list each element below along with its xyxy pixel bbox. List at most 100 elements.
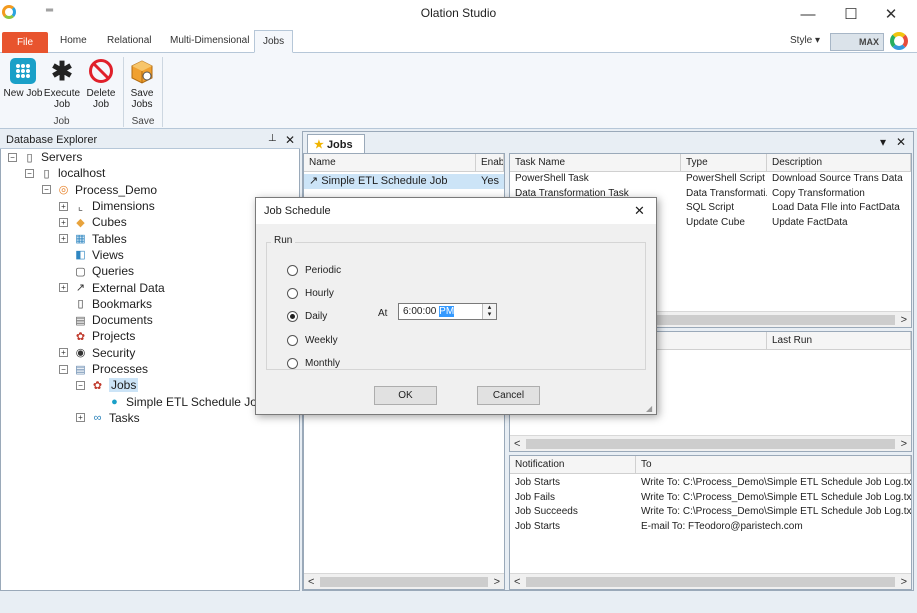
tab-home[interactable]: Home [52, 30, 95, 53]
scroll-thumb[interactable] [526, 438, 895, 449]
table-row[interactable]: Job Starts Write To: C:\Process_Demo\Simp… [510, 476, 911, 491]
scroll-left-icon[interactable]: < [308, 576, 314, 588]
scroll-thumb[interactable] [526, 576, 895, 587]
tree-item-label: Tasks [109, 410, 140, 425]
radio-button[interactable] [287, 357, 298, 369]
scroll-right-icon[interactable]: > [494, 576, 500, 588]
tree-item-label: Servers [41, 150, 83, 165]
notify-hscrollbar[interactable]: < > [510, 573, 911, 589]
resize-grip-icon[interactable]: ◢ [646, 404, 652, 413]
close-explorer-button[interactable]: ✕ [285, 133, 295, 147]
scroll-right-icon[interactable]: > [901, 576, 907, 588]
collapse-icon[interactable]: − [59, 364, 68, 374]
tab-jobs-doc[interactable]: ★ Jobs [307, 134, 365, 153]
minimize-button[interactable]: — [788, 2, 828, 26]
notify-col-notification[interactable]: Notification [510, 456, 636, 474]
dialog-close-button[interactable]: ✕ [634, 203, 645, 219]
tree-item-label: Process_Demo [75, 182, 158, 197]
delete-job-button[interactable]: Delete Job [81, 56, 121, 110]
process-icon: ▤ [75, 363, 86, 376]
pin-icon[interactable]: ⊥ [268, 133, 277, 144]
expand-icon[interactable]: + [59, 283, 68, 293]
maximize-button[interactable]: ☐ [831, 2, 871, 26]
tasks-col-name[interactable]: Task Name [510, 154, 681, 172]
task-type: SQL Script [686, 202, 734, 213]
radio-button[interactable] [287, 311, 298, 323]
radio-option[interactable]: Hourly [287, 282, 341, 305]
tab-multi-dimensional[interactable]: Multi-Dimensional [162, 30, 257, 53]
tab-jobs[interactable]: Jobs [254, 30, 294, 53]
table-row[interactable]: ↗ Simple ETL Schedule Job Yes [304, 174, 504, 189]
radio-option[interactable]: Daily [287, 305, 341, 328]
radio-option[interactable]: Weekly [287, 329, 341, 352]
style-dropdown[interactable]: Style ▾ [790, 35, 820, 46]
collapse-icon[interactable]: − [42, 185, 51, 195]
radio-button[interactable] [287, 334, 298, 346]
database-icon: ◎ [58, 184, 69, 197]
tree-item-label: Bookmarks [92, 296, 153, 311]
tab-relational[interactable]: Relational [99, 30, 159, 53]
scroll-left-icon[interactable]: < [514, 576, 520, 588]
new-job-button[interactable]: New Job [3, 56, 43, 99]
radio-option[interactable]: Monthly [287, 352, 341, 375]
scroll-right-icon[interactable]: > [901, 438, 907, 450]
table-row[interactable]: Job Fails Write To: C:\Process_Demo\Simpl… [510, 491, 911, 506]
cancel-button[interactable]: Cancel [477, 386, 540, 405]
expand-icon[interactable]: + [59, 201, 68, 211]
spin-down-icon[interactable]: ▾ [483, 311, 496, 318]
doc-menu-arrow[interactable]: ▾ [880, 135, 886, 149]
tree-item-label: Simple ETL Schedule Job [126, 394, 264, 409]
table-row[interactable]: Job Starts E-mail To: FTeodoro@paristech.… [510, 520, 911, 535]
jobs-col-name[interactable]: Name [304, 154, 476, 172]
collapse-icon[interactable]: − [25, 168, 34, 178]
radio-button[interactable] [287, 265, 298, 277]
history-col-last-run[interactable]: Last Run [767, 332, 911, 350]
execute-job-button[interactable]: ✱ Execute Job [42, 56, 82, 111]
tree-item-label: localhost [58, 166, 106, 181]
scroll-thumb[interactable] [320, 576, 488, 587]
ok-button[interactable]: OK [374, 386, 437, 405]
jobs-col-enabled[interactable]: Enabl [476, 154, 504, 172]
app-title: Olation Studio [420, 6, 497, 20]
radio-label: Hourly [305, 288, 334, 300]
save-jobs-button[interactable]: Save Jobs [122, 56, 162, 110]
style-max-toggle[interactable]: MAX [830, 33, 884, 51]
close-doc-button[interactable]: ✕ [896, 135, 906, 149]
table-row[interactable]: Job Succeeds Write To: C:\Process_Demo\Si… [510, 505, 911, 520]
notify-rows: Job Starts Write To: C:\Process_Demo\Simp… [510, 476, 911, 534]
tab-file[interactable]: File [2, 32, 48, 55]
close-window-button[interactable]: ✕ [871, 2, 911, 26]
time-spinner[interactable]: ▴ ▾ [482, 304, 496, 319]
expand-icon[interactable]: + [59, 217, 68, 227]
cube-icon: ◆ [76, 216, 85, 229]
execute-job-label: Execute Job [43, 88, 81, 110]
radio-label: Periodic [305, 265, 342, 277]
expand-icon[interactable]: + [59, 234, 68, 244]
spin-up-icon[interactable]: ▴ [483, 304, 496, 311]
scroll-right-icon[interactable]: > [901, 314, 907, 326]
notify-event: Job Starts [515, 477, 561, 488]
radio-label: Daily [305, 311, 328, 323]
history-hscrollbar[interactable]: < > [510, 435, 911, 451]
run-options: Periodic Hourly Daily Weekly Monthly [287, 259, 341, 375]
tree-item[interactable]: − ▯ localhost [8, 165, 298, 181]
tree-item[interactable]: − ▯ Servers [8, 149, 298, 165]
tree-item-label: Tables [92, 231, 127, 246]
collapse-icon[interactable]: − [76, 380, 85, 390]
new-job-label: New Job [3, 88, 43, 99]
tasks-col-description[interactable]: Description [767, 154, 911, 172]
radio-button[interactable] [287, 288, 298, 300]
server-icon: ▯ [43, 167, 50, 180]
expand-icon[interactable]: + [76, 413, 85, 423]
jobs-hscrollbar[interactable]: < > [304, 573, 504, 589]
tree-item[interactable]: − ◎ Process_Demo [8, 182, 298, 198]
table-row[interactable]: PowerShell Task PowerShell Script Download… [510, 172, 911, 187]
expand-icon[interactable]: + [59, 348, 68, 358]
radio-option[interactable]: Periodic [287, 259, 341, 282]
tasks-col-type[interactable]: Type [681, 154, 767, 172]
time-ampm: PM [439, 306, 455, 317]
scroll-left-icon[interactable]: < [514, 438, 520, 450]
notify-col-to[interactable]: To [636, 456, 911, 474]
collapse-icon[interactable]: − [8, 152, 17, 162]
notifications-grid: Notification To Job Starts Write To: C:\P… [509, 455, 912, 590]
